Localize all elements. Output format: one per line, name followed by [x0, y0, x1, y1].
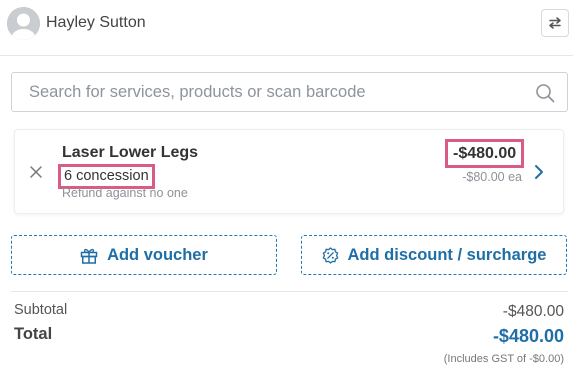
chevron-right-icon[interactable]	[533, 164, 545, 180]
total-label: Total	[14, 325, 53, 343]
customer-header: Hayley Sutton	[0, 0, 573, 56]
search-bar	[11, 72, 568, 112]
add-discount-surcharge-button[interactable]: Add discount / surcharge	[301, 235, 567, 275]
line-item-card[interactable]: Laser Lower Legs 6 concession Refund aga…	[14, 129, 564, 214]
gst-note: (Includes GST of -$0.00)	[443, 353, 564, 365]
total-value: -$480.00	[492, 326, 564, 346]
user-avatar-icon[interactable]	[7, 7, 40, 40]
percent-badge-icon	[322, 246, 338, 264]
add-voucher-button[interactable]: Add voucher	[11, 235, 277, 275]
add-voucher-label: Add voucher	[107, 245, 208, 264]
subtotal-label: Subtotal	[14, 302, 68, 318]
search-icon[interactable]	[535, 83, 555, 103]
close-icon[interactable]	[28, 164, 44, 180]
add-discount-surcharge-label: Add discount / surcharge	[347, 245, 547, 264]
item-total: -$480.00	[445, 139, 525, 168]
item-unit-price: -$80.00 ea	[462, 170, 522, 184]
item-name: Laser Lower Legs	[62, 144, 199, 161]
swap-customer-button[interactable]	[541, 9, 569, 37]
subtotal-value: -$480.00	[502, 303, 564, 320]
item-refund-note: Refund against no one	[62, 186, 188, 200]
search-input[interactable]	[12, 73, 567, 111]
gift-icon	[80, 248, 98, 264]
swap-arrows-icon	[549, 17, 561, 29]
customer-name[interactable]: Hayley Sutton	[46, 14, 146, 32]
summary-divider	[11, 291, 568, 292]
